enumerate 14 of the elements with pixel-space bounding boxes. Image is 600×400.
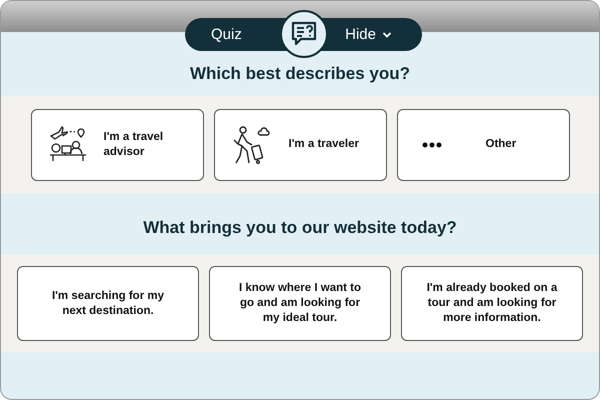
person-with-suitcase-drawing [230, 124, 272, 164]
question-title: Which best describes you? [190, 64, 410, 84]
answer-option[interactable]: I'm searching for my next destination. [17, 266, 199, 341]
hide-button[interactable]: Hide [335, 22, 402, 47]
quiz-button[interactable]: Quiz [201, 22, 252, 47]
chevron-down-icon [382, 30, 392, 38]
question-title: What brings you to our website today? [143, 218, 457, 238]
answer-option[interactable]: I'm a travel advisor [30, 108, 204, 180]
travel-advisor-drawing [48, 126, 88, 164]
answer-option[interactable]: I'm a traveler [214, 108, 386, 180]
answer-option[interactable]: Other [396, 108, 570, 180]
ellipsis-icon [422, 142, 442, 148]
answer-option[interactable]: I know where I want to go and am looking for my ideal tour. [209, 266, 391, 341]
answer-option[interactable]: I'm already booked on a tour and am looking for more information. [401, 266, 583, 341]
